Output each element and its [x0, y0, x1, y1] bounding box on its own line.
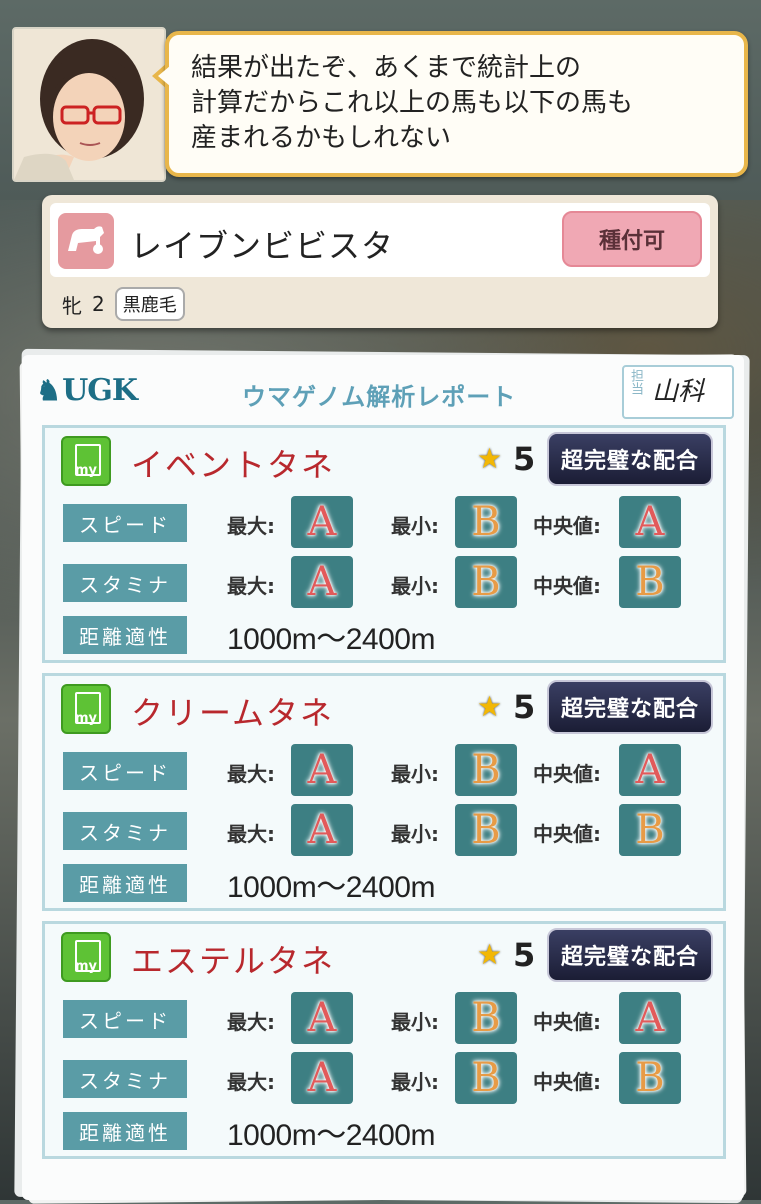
distance-row: 距離適性 1000m〜2400m [63, 608, 723, 660]
seed-name: エステルタネ [131, 942, 336, 980]
distance-value: 1000m〜2400m [227, 871, 435, 904]
horse-mare-icon [58, 213, 114, 269]
horse-sex: 牝 [62, 293, 82, 318]
horse-age: 2 [92, 292, 105, 316]
star-icon: ★ [477, 442, 503, 475]
dialog-text: 結果が出たぞ、あくまで統計上の 計算だからこれ以上の馬も以下の馬も 産まれるかも… [191, 53, 634, 153]
stamina-row: スタミナ 最大: A 最小: B 中央値: B [63, 1052, 723, 1104]
seed-section: my クリームタネ ★ 5 超完璧な配合 スピード 最大: A 最小: B 中央… [42, 673, 726, 911]
grade-stamina-median: B [619, 556, 681, 608]
horse-logo-icon: ♞ [36, 374, 61, 407]
grade-speed-median: A [619, 496, 681, 548]
star-icon: ★ [477, 690, 503, 723]
grade-stamina-max: A [291, 1052, 353, 1104]
grade-speed-median: A [619, 744, 681, 796]
grade-stamina-min: B [455, 804, 517, 856]
star-rating: 5 [513, 688, 536, 726]
tanto-label: 担当 [628, 369, 643, 395]
grade-speed-max: A [291, 744, 353, 796]
ugk-logo: ♞UGK [36, 373, 138, 408]
stamina-row: スタミナ 最大: A 最小: B 中央値: B [63, 556, 723, 608]
rank-badge: 超完璧な配合 [547, 928, 713, 982]
speed-row: スピード 最大: A 最小: B 中央値: A [63, 992, 723, 1044]
grade-stamina-max: A [291, 556, 353, 608]
rank-badge: 超完璧な配合 [547, 680, 713, 734]
horse-coat-badge: 黒鹿毛 [114, 287, 185, 321]
my-file-icon: my [61, 684, 111, 734]
grade-speed-min: B [455, 744, 517, 796]
grade-speed-median: A [619, 992, 681, 1044]
distance-row: 距離適性 1000m〜2400m [63, 856, 723, 908]
breeding-available-button[interactable]: 種付可 [562, 211, 702, 267]
star-icon: ★ [477, 938, 503, 971]
tanto-stamp: 担当 山科 [622, 365, 734, 419]
grade-speed-max: A [291, 496, 353, 548]
horse-info: 牝 2 黒鹿毛 [62, 287, 185, 321]
distance-row: 距離適性 1000m〜2400m [63, 1104, 723, 1156]
grade-stamina-median: B [619, 1052, 681, 1104]
report-title: ウマゲノム解析レポート [242, 383, 517, 411]
grade-stamina-min: B [455, 556, 517, 608]
seed-section: my エステルタネ ★ 5 超完璧な配合 スピード 最大: A 最小: B 中央… [42, 921, 726, 1159]
grade-stamina-max: A [291, 804, 353, 856]
distance-value: 1000m〜2400m [227, 623, 435, 656]
my-file-icon: my [61, 436, 111, 486]
grade-speed-min: B [455, 496, 517, 548]
star-rating: 5 [513, 440, 536, 478]
distance-value: 1000m〜2400m [227, 1119, 435, 1152]
speed-row: スピード 最大: A 最小: B 中央値: A [63, 496, 723, 548]
seed-section: my イベントタネ ★ 5 超完璧な配合 スピード 最大: A 最小: B 中央… [42, 425, 726, 663]
horse-card-header: レイブンビビスタ 種付可 [50, 203, 710, 277]
horse-card[interactable]: レイブンビビスタ 種付可 牝 2 黒鹿毛 [42, 195, 718, 328]
stamina-row: スタミナ 最大: A 最小: B 中央値: B [63, 804, 723, 856]
seed-name: クリームタネ [131, 694, 335, 732]
speech-bubble[interactable]: 結果が出たぞ、あくまで統計上の 計算だからこれ以上の馬も以下の馬も 産まれるかも… [165, 31, 748, 177]
grade-stamina-median: B [619, 804, 681, 856]
genome-report: ♞UGK ウマゲノム解析レポート 担当 山科 my イベントタネ ★ 5 超完璧… [22, 355, 744, 1200]
my-file-icon: my [61, 932, 111, 982]
rank-badge: 超完璧な配合 [547, 432, 713, 486]
grade-speed-max: A [291, 992, 353, 1044]
grade-speed-min: B [455, 992, 517, 1044]
speed-row: スピード 最大: A 最小: B 中央値: A [63, 744, 723, 796]
seed-name: イベントタネ [131, 446, 336, 484]
grade-stamina-min: B [455, 1052, 517, 1104]
character-portrait [12, 27, 166, 182]
star-rating: 5 [513, 936, 536, 974]
tanto-signature: 山科 [652, 377, 705, 407]
horse-name: レイブンビビスタ [130, 227, 395, 265]
